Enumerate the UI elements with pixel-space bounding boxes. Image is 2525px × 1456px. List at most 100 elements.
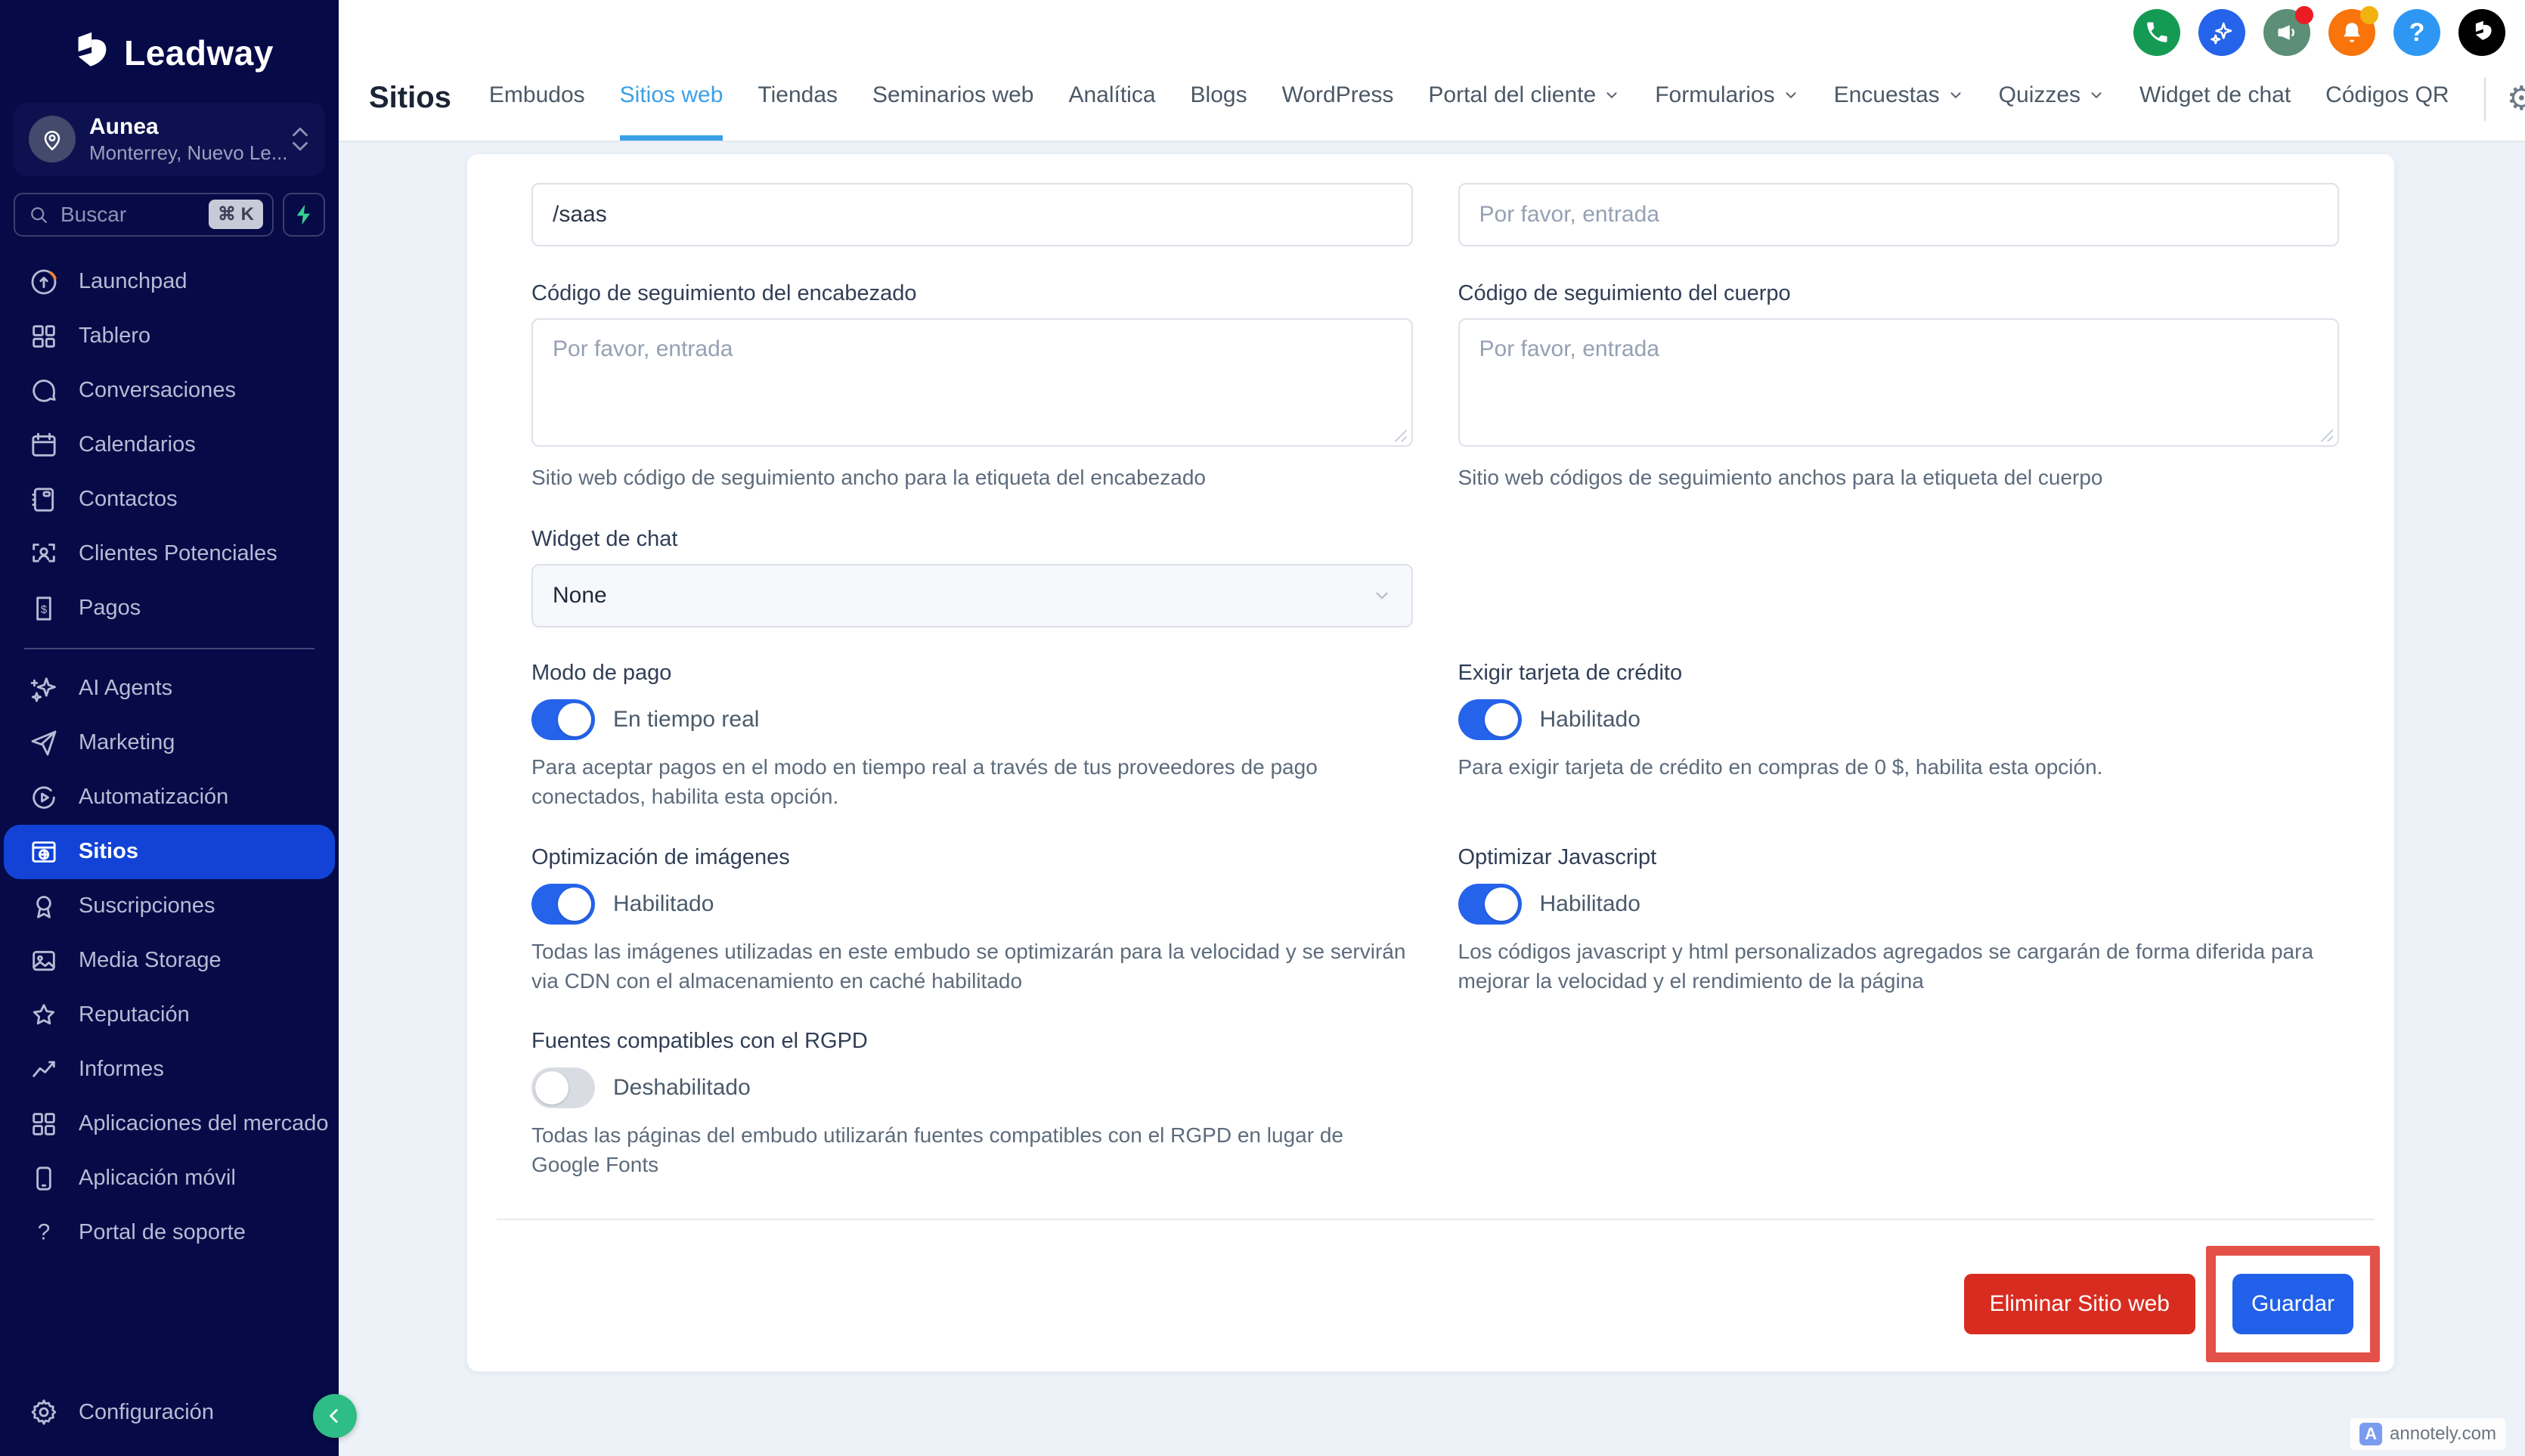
nav-divider xyxy=(2484,77,2486,121)
sidebar-item-automatizacion[interactable]: Automatización xyxy=(0,770,339,825)
sidebar-item-aplicacion-movil[interactable]: Aplicación móvil xyxy=(0,1151,339,1206)
ribbon-badge-icon xyxy=(29,891,59,922)
body-code-textarea[interactable] xyxy=(1458,318,2340,447)
tab-seminarios-web[interactable]: Seminarios web xyxy=(872,82,1033,141)
automation-play-icon xyxy=(29,782,59,813)
path-row xyxy=(531,183,2339,246)
chat-widget-select[interactable]: None xyxy=(531,564,1413,627)
gdpr-fonts-toggle[interactable] xyxy=(531,1067,595,1108)
workspace-selector[interactable]: Aunea Monterrey, Nuevo Le... xyxy=(14,103,325,176)
workspace-avatar xyxy=(29,116,76,163)
credit-card-state: Habilitado xyxy=(1540,707,1640,733)
sidebar-item-tablero[interactable]: Tablero xyxy=(0,309,339,364)
chat-widget-row: Widget de chat None xyxy=(531,492,2339,627)
sidebar-bottom: Configuración xyxy=(0,1385,339,1456)
ai-assistant-button[interactable] xyxy=(2198,9,2245,56)
sidebar-item-contactos[interactable]: Contactos xyxy=(0,472,339,527)
sidebar-item-launchpad[interactable]: Launchpad xyxy=(0,255,339,309)
ai-sparkles-icon xyxy=(2208,19,2235,46)
sidebar-item-label: Informes xyxy=(79,1057,164,1082)
notification-badge xyxy=(2360,6,2378,24)
tab-widget-de-chat[interactable]: Widget de chat xyxy=(2139,82,2291,141)
settings-gear-icon[interactable]: ⚙ xyxy=(2507,82,2525,116)
tab-quizzes[interactable]: Quizzes xyxy=(1999,82,2105,141)
watermark-text: annotely.com xyxy=(2390,1423,2496,1445)
payment-row: Modo de pago En tiempo real Para aceptar… xyxy=(531,661,2339,811)
help-button[interactable]: ? xyxy=(2393,9,2440,56)
search-input[interactable]: Buscar ⌘ K xyxy=(14,193,274,237)
tab-blogs[interactable]: Blogs xyxy=(1191,82,1247,141)
tab-sitios-web[interactable]: Sitios web xyxy=(620,82,723,141)
sidebar-item-label: Launchpad xyxy=(79,269,187,294)
paper-plane-icon xyxy=(29,728,59,758)
site-path-input[interactable] xyxy=(531,183,1413,246)
nav-right: ⚙ xyxy=(2484,77,2525,141)
sidebar-item-reputacion[interactable]: Reputación xyxy=(0,988,339,1042)
mobile-phone-icon xyxy=(29,1163,59,1194)
sidebar-menu-tools: AI Agents Marketing Automatización xyxy=(0,661,339,1260)
sidebar-item-media-storage[interactable]: Media Storage xyxy=(0,934,339,988)
sidebar-item-configuracion[interactable]: Configuración xyxy=(0,1385,339,1439)
sidebar-item-conversaciones[interactable]: Conversaciones xyxy=(0,364,339,418)
brand-button[interactable] xyxy=(2458,9,2505,56)
tab-portal-del-cliente[interactable]: Portal del cliente xyxy=(1428,82,1620,141)
tab-tiendas[interactable]: Tiendas xyxy=(758,82,838,141)
js-optimization-toggle[interactable] xyxy=(1458,884,1522,925)
gdpr-fonts-label: Fuentes compatibles con el RGPD xyxy=(531,1029,1413,1054)
workspace-expand-icon xyxy=(290,126,310,152)
sidebar-search-row: Buscar ⌘ K xyxy=(14,193,325,237)
quick-icons: ? xyxy=(2133,9,2505,56)
gdpr-row: Fuentes compatibles con el RGPD Deshabil… xyxy=(531,1029,2339,1179)
sidebar-item-aplicaciones-mercado[interactable]: Aplicaciones del mercado xyxy=(0,1097,339,1151)
tab-encuestas[interactable]: Encuestas xyxy=(1834,82,1964,141)
payment-mode-label: Modo de pago xyxy=(531,661,1413,686)
sidebar-item-calendarios[interactable]: Calendarios xyxy=(0,418,339,472)
tab-formularios[interactable]: Formularios xyxy=(1655,82,1798,141)
megaphone-icon xyxy=(2273,19,2300,46)
sidebar-item-label: Configuración xyxy=(79,1400,214,1425)
sidebar-item-portal-soporte[interactable]: ? Portal de soporte xyxy=(0,1206,339,1260)
dashboard-grid-icon xyxy=(29,321,59,352)
payment-mode-toggle[interactable] xyxy=(531,699,595,740)
credit-card-label: Exigir tarjeta de crédito xyxy=(1458,661,2340,686)
tab-codigos-qr[interactable]: Códigos QR xyxy=(2325,82,2449,141)
annotation-highlight-box: Guardar xyxy=(2206,1246,2380,1362)
site-path-secondary-input[interactable] xyxy=(1458,183,2340,246)
sidebar-item-label: Tablero xyxy=(79,324,150,349)
tab-analitica[interactable]: Analítica xyxy=(1068,82,1155,141)
tab-wordpress[interactable]: WordPress xyxy=(1282,82,1394,141)
sidebar-item-ai-agents[interactable]: AI Agents xyxy=(0,661,339,716)
search-icon xyxy=(27,203,50,226)
image-optimization-toggle[interactable] xyxy=(531,884,595,925)
sidebar-item-label: Suscripciones xyxy=(79,894,215,919)
sidebar-item-pagos[interactable]: $ Pagos xyxy=(0,581,339,636)
workspace-info: Aunea Monterrey, Nuevo Le... xyxy=(89,113,277,166)
settings-card: Código de seguimiento del encabezado Cód… xyxy=(467,154,2394,1371)
quick-actions-button[interactable] xyxy=(283,193,325,237)
phone-icon xyxy=(2143,19,2170,46)
gear-icon xyxy=(29,1397,59,1427)
delete-site-button[interactable]: Eliminar Sitio web xyxy=(1964,1274,2195,1334)
sidebar-item-label: Aplicación móvil xyxy=(79,1166,236,1191)
sidebar: Leadway Aunea Monterrey, Nuevo Le... xyxy=(0,0,339,1456)
chevron-down-icon xyxy=(1783,87,1799,104)
phone-button[interactable] xyxy=(2133,9,2180,56)
notifications-button[interactable] xyxy=(2328,9,2375,56)
sidebar-item-sitios[interactable]: Sitios xyxy=(4,825,335,879)
sidebar-item-marketing[interactable]: Marketing xyxy=(0,716,339,770)
header-code-textarea[interactable] xyxy=(531,318,1413,447)
sidebar-item-informes[interactable]: Informes xyxy=(0,1042,339,1097)
sidebar-item-suscripciones[interactable]: Suscripciones xyxy=(0,879,339,934)
credit-card-toggle[interactable] xyxy=(1458,699,1522,740)
save-button[interactable]: Guardar xyxy=(2232,1274,2353,1334)
top-bar: ? Sitios Embudos Sitios web Tiendas Semi… xyxy=(339,0,2525,142)
payments-receipt-icon: $ xyxy=(29,593,59,624)
announcements-button[interactable] xyxy=(2263,9,2310,56)
sidebar-item-clientes-potenciales[interactable]: Clientes Potenciales xyxy=(0,527,339,581)
footer-buttons: Eliminar Sitio web Guardar xyxy=(531,1246,2339,1362)
app-root: Leadway Aunea Monterrey, Nuevo Le... xyxy=(0,0,2525,1456)
sidebar-item-label: Media Storage xyxy=(79,948,222,973)
tab-embudos[interactable]: Embudos xyxy=(489,82,585,141)
sidebar-collapse-button[interactable] xyxy=(313,1394,357,1438)
leadway-logo-icon xyxy=(65,29,113,77)
